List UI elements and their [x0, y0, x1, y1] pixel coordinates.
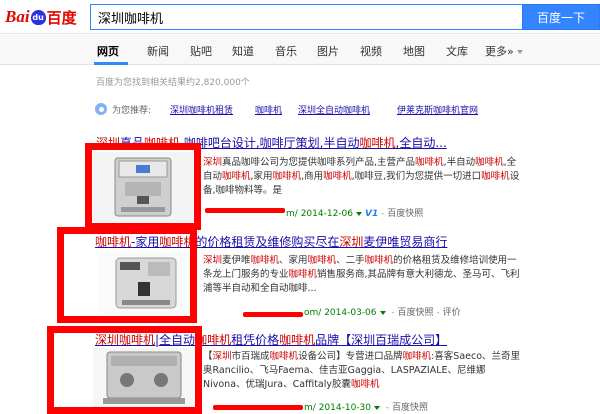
result-url-line: m/ 2014-12-06 V1 - 百度快照: [286, 209, 424, 219]
abstract-text: ,商用: [301, 171, 324, 182]
logo-cn-text: 百度: [46, 8, 77, 27]
logo-bai-text: Bai: [5, 7, 30, 26]
v-badge-icon[interactable]: V: [365, 209, 372, 219]
tab-more-label: 更多»: [485, 45, 514, 58]
url-tail: m/: [304, 403, 316, 413]
url-tail: m/: [286, 209, 298, 219]
keyword-highlight: 咖啡机: [475, 157, 504, 168]
keyword-highlight: 咖啡机: [272, 171, 302, 182]
redaction-mark: [205, 208, 285, 213]
tab-tieba[interactable]: 贴吧: [190, 43, 212, 59]
result-url-line: m/ 2014-10-30 - 百度快照: [304, 403, 429, 413]
tab-web[interactable]: 网页: [97, 43, 119, 59]
keyword-highlight: 深圳: [203, 255, 223, 266]
paw-icon: du: [30, 9, 46, 25]
recommend-link[interactable]: 咖啡机: [255, 103, 282, 116]
redaction-mark: [243, 312, 303, 317]
tab-map[interactable]: 地图: [403, 43, 425, 59]
result-abstract: 【深圳市百瑞成咖啡机设备公司】专营进口品牌咖啡机:喜客Saeco、兰奇里奥Ran…: [203, 350, 523, 392]
nav-tabs: 网页 新闻 贴吧 知道 音乐 图片 视频 地图 文库 更多»: [0, 35, 600, 65]
keyword-highlight: 咖啡机: [364, 255, 394, 266]
recommend-link[interactable]: 伊莱克斯咖啡机官网: [397, 103, 478, 116]
keyword-highlight: 咖啡机: [323, 171, 352, 182]
active-tab-indicator: [94, 62, 128, 65]
result-date: 2014-12-06: [300, 209, 353, 219]
result-count: 百度为您找到相关结果约2,820,000个: [96, 78, 250, 88]
top-bar: Bai du 百度 百度一下: [0, 0, 600, 34]
chevron-down-icon[interactable]: [379, 310, 386, 315]
abstract-text: 、二手: [336, 255, 365, 266]
chevron-down-icon[interactable]: [374, 405, 380, 410]
abstract-text: ,家用: [250, 171, 273, 182]
search-input[interactable]: [90, 4, 522, 30]
abstract-text: 市百瑞成: [231, 351, 270, 362]
chevron-down-icon: [516, 50, 523, 54]
keyword-highlight: 咖啡机: [307, 255, 337, 266]
recommend-label: 为您推荐:: [112, 106, 152, 116]
result-url-line: om/ 2014-03-06 - 百度快照 - 评价: [304, 308, 461, 318]
tab-zhidao[interactable]: 知道: [232, 43, 254, 59]
result-abstract: 深圳麦伊唯咖啡机、家用咖啡机、二手咖啡机的价格租赁及维修培训使用一条龙上门服务的…: [203, 254, 523, 296]
keyword-highlight: 咖啡机: [415, 157, 444, 168]
baidu-logo[interactable]: Bai du 百度: [5, 4, 77, 30]
kuaizhao-link[interactable]: 百度快照: [392, 403, 428, 413]
keyword-highlight: 深圳: [203, 157, 223, 168]
v-badge-level: 1: [371, 209, 379, 219]
search-button[interactable]: 百度一下: [522, 4, 600, 30]
keyword-highlight: 咖啡机: [402, 351, 432, 362]
recommend-icon: [95, 103, 107, 115]
redaction-mark: [213, 405, 303, 410]
keyword-highlight: 咖啡机: [351, 379, 380, 390]
kuaizhao-link[interactable]: 百度快照: [398, 308, 434, 318]
keyword-highlight: 咖啡机: [250, 255, 280, 266]
tab-images[interactable]: 图片: [317, 43, 339, 59]
tab-news[interactable]: 新闻: [147, 43, 169, 59]
result-date: 2014-03-06: [324, 308, 377, 318]
keyword-highlight: 咖啡机: [288, 269, 318, 280]
abstract-text: ,咖啡豆,我们为您提供一切进口: [351, 171, 482, 182]
kuaizhao-link[interactable]: 百度快照: [387, 209, 423, 219]
keyword-highlight: 咖啡机: [222, 171, 251, 182]
abstract-text: 、家用: [279, 255, 308, 266]
keyword-highlight: 咖啡机: [481, 171, 510, 182]
recommend-link[interactable]: 深圳全自动咖啡机: [298, 103, 370, 116]
result-abstract: 深圳真品咖啡公司为您提供咖啡系列产品,主营产品咖啡机,半自动咖啡机,全自动咖啡机…: [203, 156, 523, 198]
url-tail: om/: [304, 308, 322, 318]
abstract-text: 真品咖啡公司为您提供咖啡系列产品,主营产品: [222, 157, 416, 168]
abstract-text: 麦伊唯: [222, 255, 251, 266]
chevron-down-icon[interactable]: [356, 211, 362, 216]
keyword-highlight: 深圳: [212, 351, 232, 362]
tab-more[interactable]: 更多»: [485, 43, 523, 59]
recommend-link[interactable]: 深圳咖啡机租赁: [170, 103, 233, 116]
annotation-box: [85, 143, 201, 230]
result-date: 2014-10-30: [318, 403, 371, 413]
tab-wenku[interactable]: 文库: [446, 43, 468, 59]
annotation-box: [47, 326, 202, 414]
annotation-box: [57, 227, 197, 323]
abstract-text: ,半自动: [443, 157, 476, 168]
tab-music[interactable]: 音乐: [275, 43, 297, 59]
tab-video[interactable]: 视频: [360, 43, 382, 59]
abstract-text: 设备公司】专营进口品牌: [298, 351, 403, 362]
keyword-highlight: 咖啡机: [269, 351, 299, 362]
pingjia-link[interactable]: 评价: [443, 308, 461, 318]
abstract-text: 【: [203, 351, 213, 362]
